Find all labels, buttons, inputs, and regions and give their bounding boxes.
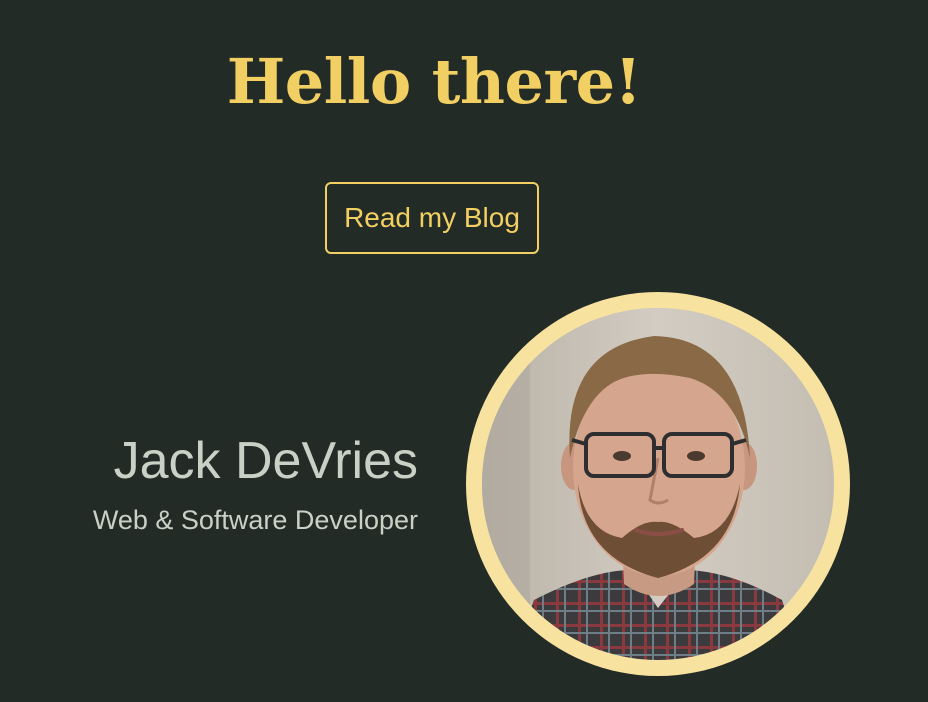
avatar-frame	[466, 292, 850, 676]
profile-name: Jack DeVries	[113, 432, 418, 490]
page-title: Hello there!	[226, 45, 642, 118]
avatar-illustration	[482, 308, 834, 660]
avatar	[482, 308, 834, 660]
read-blog-button[interactable]: Read my Blog	[325, 182, 539, 254]
profile-role: Web & Software Developer	[92, 505, 418, 535]
